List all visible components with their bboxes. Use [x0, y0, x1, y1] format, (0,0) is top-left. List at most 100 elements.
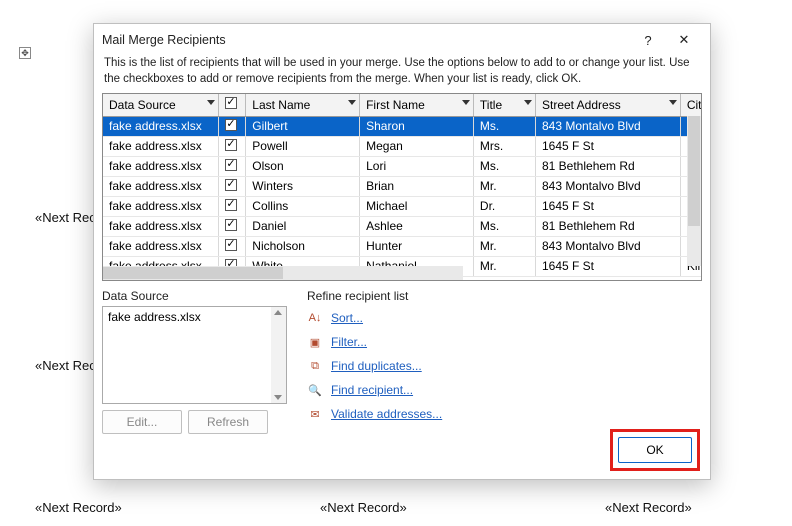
- cell-first-name: Sharon: [360, 116, 474, 136]
- grid-header-row: Data Source Last Name First Name Title S…: [103, 94, 702, 116]
- cell-checkbox[interactable]: [219, 116, 246, 136]
- filter-link[interactable]: Filter...: [331, 335, 367, 349]
- ok-button-highlight: OK: [610, 429, 700, 471]
- validate-addresses-link-icon: ✉: [307, 406, 323, 422]
- cell-last-name: Powell: [246, 136, 360, 156]
- help-button[interactable]: ?: [630, 33, 666, 48]
- cell-title: Ms.: [473, 116, 535, 136]
- col-header-city[interactable]: City: [680, 94, 702, 116]
- cell-checkbox[interactable]: [219, 216, 246, 236]
- cell-title: Mr.: [473, 256, 535, 276]
- data-source-item[interactable]: fake address.xlsx: [108, 310, 201, 324]
- mail-merge-recipients-dialog: Mail Merge Recipients ? ✕ This is the li…: [93, 23, 711, 480]
- cell-last-name: Gilbert: [246, 116, 360, 136]
- find-duplicates-link-row: ⧉ Find duplicates...: [307, 354, 442, 378]
- dropdown-icon[interactable]: [462, 100, 470, 105]
- check-icon[interactable]: [225, 159, 237, 171]
- cell-checkbox[interactable]: [219, 196, 246, 216]
- cell-first-name: Brian: [360, 176, 474, 196]
- edit-button[interactable]: Edit...: [102, 410, 182, 434]
- dropdown-icon[interactable]: [207, 100, 215, 105]
- validate-addresses-link[interactable]: Validate addresses...: [331, 407, 442, 421]
- vertical-scrollbar[interactable]: [687, 116, 701, 266]
- cell-street: 843 Montalvo Blvd: [535, 116, 680, 136]
- ok-button[interactable]: OK: [618, 437, 692, 463]
- dropdown-icon[interactable]: [669, 100, 677, 105]
- col-header-street[interactable]: Street Address: [535, 94, 680, 116]
- cell-first-name: Michael: [360, 196, 474, 216]
- cell-data-source: fake address.xlsx: [103, 156, 219, 176]
- table-row[interactable]: fake address.xlsx Daniel Ashlee Ms. 81 B…: [103, 216, 702, 236]
- cell-title: Ms.: [473, 216, 535, 236]
- chevron-down-icon[interactable]: [274, 395, 282, 400]
- dropdown-icon[interactable]: [348, 100, 356, 105]
- check-icon[interactable]: [225, 179, 237, 191]
- cell-last-name: Winters: [246, 176, 360, 196]
- cell-data-source: fake address.xlsx: [103, 116, 219, 136]
- cell-data-source: fake address.xlsx: [103, 136, 219, 156]
- dropdown-icon[interactable]: [524, 100, 532, 105]
- table-row[interactable]: fake address.xlsx Winters Brian Mr. 843 …: [103, 176, 702, 196]
- sort-link[interactable]: Sort...: [331, 311, 363, 325]
- cell-first-name: Megan: [360, 136, 474, 156]
- filter-link-icon: ▣: [307, 334, 323, 350]
- data-source-list[interactable]: fake address.xlsx: [102, 306, 287, 404]
- cell-title: Ms.: [473, 156, 535, 176]
- find-recipient-link[interactable]: Find recipient...: [331, 383, 413, 397]
- cell-street: 843 Montalvo Blvd: [535, 176, 680, 196]
- col-header-data-source[interactable]: Data Source: [103, 94, 219, 116]
- sort-link-row: A↓ Sort...: [307, 306, 442, 330]
- chevron-up-icon[interactable]: [274, 310, 282, 315]
- table-row[interactable]: fake address.xlsx Collins Michael Dr. 16…: [103, 196, 702, 216]
- check-icon[interactable]: [225, 219, 237, 231]
- table-row[interactable]: fake address.xlsx Powell Megan Mrs. 1645…: [103, 136, 702, 156]
- refresh-button[interactable]: Refresh: [188, 410, 268, 434]
- list-scrollbar[interactable]: [271, 307, 286, 403]
- cell-first-name: Ashlee: [360, 216, 474, 236]
- cell-checkbox[interactable]: [219, 176, 246, 196]
- check-icon[interactable]: [225, 239, 237, 251]
- col-header-checkbox[interactable]: [219, 94, 246, 116]
- col-header-last-name[interactable]: Last Name: [246, 94, 360, 116]
- cell-street: 81 Bethlehem Rd: [535, 156, 680, 176]
- cell-checkbox[interactable]: [219, 136, 246, 156]
- cell-data-source: fake address.xlsx: [103, 176, 219, 196]
- check-icon[interactable]: [225, 97, 237, 109]
- find-duplicates-link[interactable]: Find duplicates...: [331, 359, 422, 373]
- check-icon[interactable]: [225, 139, 237, 151]
- cell-street: 1645 F St: [535, 256, 680, 276]
- filter-link-row: ▣ Filter...: [307, 330, 442, 354]
- cell-checkbox[interactable]: [219, 156, 246, 176]
- cell-street: 81 Bethlehem Rd: [535, 216, 680, 236]
- cell-data-source: fake address.xlsx: [103, 236, 219, 256]
- validate-addresses-link-row: ✉ Validate addresses...: [307, 402, 442, 426]
- check-icon[interactable]: [225, 119, 237, 131]
- dialog-titlebar: Mail Merge Recipients ? ✕: [94, 24, 710, 56]
- sort-link-icon: A↓: [307, 310, 323, 326]
- horizontal-scrollbar[interactable]: [103, 266, 463, 280]
- cell-checkbox[interactable]: [219, 236, 246, 256]
- recipients-grid[interactable]: Data Source Last Name First Name Title S…: [102, 93, 702, 281]
- cell-first-name: Hunter: [360, 236, 474, 256]
- find-duplicates-link-icon: ⧉: [307, 358, 323, 374]
- cell-title: Mr.: [473, 236, 535, 256]
- table-row[interactable]: fake address.xlsx Olson Lori Ms. 81 Beth…: [103, 156, 702, 176]
- close-button[interactable]: ✕: [666, 32, 702, 48]
- cell-last-name: Nicholson: [246, 236, 360, 256]
- check-icon[interactable]: [225, 199, 237, 211]
- cell-street: 1645 F St: [535, 136, 680, 156]
- next-record-field: «Next Record»: [320, 500, 407, 515]
- cell-street: 843 Montalvo Blvd: [535, 236, 680, 256]
- col-header-first-name[interactable]: First Name: [360, 94, 474, 116]
- dialog-title: Mail Merge Recipients: [102, 33, 630, 47]
- cell-last-name: Collins: [246, 196, 360, 216]
- table-row[interactable]: fake address.xlsx Gilbert Sharon Ms. 843…: [103, 116, 702, 136]
- cell-title: Mr.: [473, 176, 535, 196]
- cell-last-name: Daniel: [246, 216, 360, 236]
- table-row[interactable]: fake address.xlsx Nicholson Hunter Mr. 8…: [103, 236, 702, 256]
- cell-title: Mrs.: [473, 136, 535, 156]
- anchor-icon: ✥: [19, 47, 31, 59]
- refine-label: Refine recipient list: [307, 289, 442, 303]
- cell-last-name: Olson: [246, 156, 360, 176]
- col-header-title[interactable]: Title: [473, 94, 535, 116]
